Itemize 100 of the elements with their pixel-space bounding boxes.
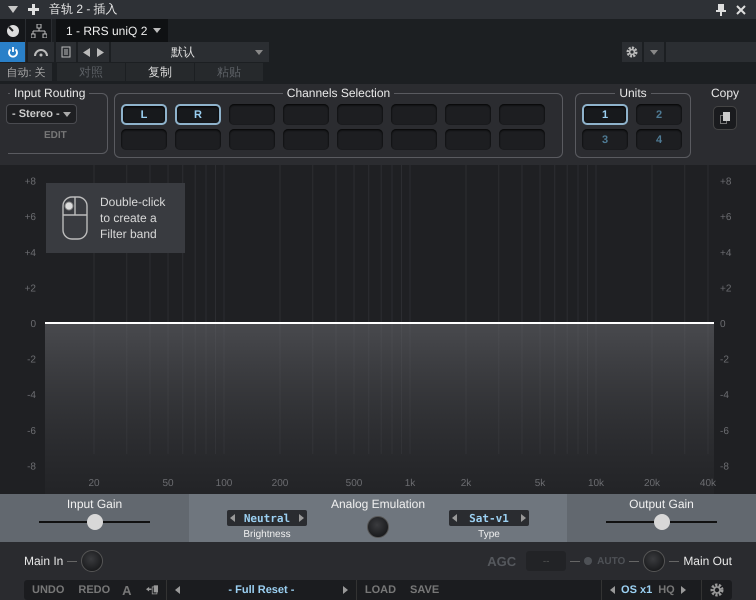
power-icon bbox=[6, 46, 18, 58]
axis-label: +4 bbox=[720, 248, 732, 259]
unit-button[interactable]: 1 bbox=[582, 104, 628, 125]
collapse-icon[interactable] bbox=[8, 6, 18, 13]
axis-label: 0 bbox=[30, 319, 36, 330]
axis-label: 5k bbox=[534, 478, 546, 489]
axis-label: 100 bbox=[216, 478, 232, 489]
axis-label: 20k bbox=[644, 478, 660, 489]
channel-button[interactable]: L bbox=[121, 104, 167, 125]
axis-label: 1k bbox=[404, 478, 416, 489]
slider-thumb[interactable] bbox=[654, 514, 670, 530]
add-icon[interactable] bbox=[28, 4, 39, 15]
knob-icon bbox=[6, 24, 20, 38]
axis-label: -4 bbox=[720, 390, 729, 402]
hint-text: Double-click to create a Filter band bbox=[100, 194, 166, 242]
compare-button[interactable]: 复制 bbox=[126, 63, 194, 81]
gain-label: Output Gain bbox=[629, 497, 694, 511]
axis-label: 2k bbox=[460, 478, 472, 489]
section-title: Input Routing bbox=[13, 86, 86, 100]
right-arrow-icon[interactable] bbox=[342, 586, 348, 594]
analog-knob[interactable] bbox=[367, 516, 389, 538]
copy-label: Copy bbox=[711, 86, 740, 100]
brightness-selector[interactable]: Neutral bbox=[227, 510, 307, 526]
automation-button[interactable] bbox=[28, 42, 54, 62]
copy-button[interactable] bbox=[713, 106, 737, 130]
axis-label: 200 bbox=[272, 478, 288, 489]
axis-label: +6 bbox=[720, 212, 732, 224]
pin-icon[interactable] bbox=[716, 4, 726, 16]
caret-icon bbox=[255, 50, 263, 54]
unit-button[interactable]: 2 bbox=[636, 104, 682, 125]
axis-label: 50 bbox=[162, 478, 174, 489]
axis-label: +8 bbox=[24, 176, 36, 188]
plugin-tab[interactable]: 1 - RRS uniQ 2 bbox=[56, 19, 168, 42]
axis-label: -2 bbox=[27, 354, 36, 366]
axis-label: 20 bbox=[88, 478, 100, 489]
section-title: Units bbox=[618, 86, 648, 100]
next-icon[interactable] bbox=[97, 48, 104, 56]
left-arrow-icon[interactable] bbox=[175, 586, 180, 594]
selector-label: Brightness bbox=[243, 529, 291, 540]
main-in-label: Main In bbox=[24, 554, 64, 568]
axis-label: +8 bbox=[720, 176, 732, 188]
caret-icon bbox=[153, 28, 162, 33]
right-arrow-icon[interactable] bbox=[680, 586, 686, 594]
axis-label: 10k bbox=[588, 478, 604, 489]
axis-label: +2 bbox=[24, 283, 36, 294]
axis-label: -8 bbox=[27, 461, 36, 472]
axis-label: +6 bbox=[24, 212, 36, 224]
routing-dropdown[interactable]: - Stereo - bbox=[6, 104, 77, 124]
preset-dropdown[interactable]: 默认 bbox=[111, 42, 269, 62]
ab-button[interactable]: A bbox=[122, 582, 132, 598]
routing-button[interactable] bbox=[26, 19, 52, 42]
right-arrow-icon[interactable] bbox=[521, 514, 526, 522]
file-button[interactable] bbox=[56, 42, 76, 62]
unit-button[interactable]: 4 bbox=[636, 129, 682, 150]
window-title: 音轨 2 - 插入 bbox=[49, 1, 118, 18]
axis-label: 40k bbox=[700, 478, 716, 489]
agc-field: -- bbox=[526, 551, 566, 571]
left-arrow-icon[interactable] bbox=[610, 586, 616, 594]
power-button[interactable] bbox=[0, 42, 26, 62]
automation-label: 自动: 关 bbox=[0, 63, 52, 81]
axis-label: -6 bbox=[720, 426, 729, 437]
edit-button[interactable]: EDIT bbox=[44, 130, 67, 141]
left-arrow-icon[interactable] bbox=[230, 514, 235, 522]
channel-button[interactable]: R bbox=[175, 104, 221, 125]
analog-title: Analog Emulation bbox=[330, 497, 426, 511]
menu-dropdown-button[interactable] bbox=[644, 42, 664, 62]
axis-label: +2 bbox=[720, 283, 732, 294]
section-title: Channels Selection bbox=[286, 86, 392, 100]
main-out-label: Main Out bbox=[683, 554, 732, 568]
axis-label: -6 bbox=[27, 426, 36, 437]
mouse-icon bbox=[62, 196, 88, 240]
copy-arrow-icon[interactable] bbox=[146, 584, 158, 596]
hierarchy-icon bbox=[30, 24, 46, 38]
undo-button[interactable]: UNDO bbox=[32, 584, 64, 596]
unit-button[interactable]: 3 bbox=[582, 129, 628, 150]
close-icon[interactable] bbox=[736, 4, 746, 14]
settings-icon bbox=[626, 46, 638, 58]
oversampling-selector[interactable]: OS x1 HQ bbox=[602, 580, 702, 600]
slider-thumb[interactable] bbox=[86, 514, 102, 530]
axis-label: +4 bbox=[24, 248, 36, 259]
load-button[interactable]: LOAD bbox=[364, 584, 396, 596]
save-button[interactable]: SAVE bbox=[410, 584, 440, 596]
axis-label: -4 bbox=[27, 390, 36, 402]
type-selector[interactable]: Sat-v1 bbox=[449, 510, 529, 526]
left-arrow-icon[interactable] bbox=[452, 514, 457, 522]
previous-icon[interactable] bbox=[83, 48, 90, 56]
axis-label: -2 bbox=[720, 354, 729, 366]
gain-label: Input Gain bbox=[66, 497, 122, 511]
preset-selector[interactable]: - Full Reset - bbox=[167, 580, 357, 600]
axis-label: 0 bbox=[720, 319, 726, 330]
settings-button[interactable] bbox=[622, 42, 642, 62]
caret-icon bbox=[62, 112, 71, 117]
redo-button[interactable]: REDO bbox=[78, 584, 110, 596]
axis-label: -8 bbox=[720, 461, 729, 472]
right-arrow-icon[interactable] bbox=[298, 514, 304, 522]
plugin-knob-button[interactable] bbox=[0, 19, 26, 42]
arc-icon bbox=[34, 48, 48, 56]
selector-label: Type bbox=[478, 529, 500, 540]
axis-label: 500 bbox=[346, 478, 362, 489]
settings-icon bbox=[710, 583, 724, 597]
